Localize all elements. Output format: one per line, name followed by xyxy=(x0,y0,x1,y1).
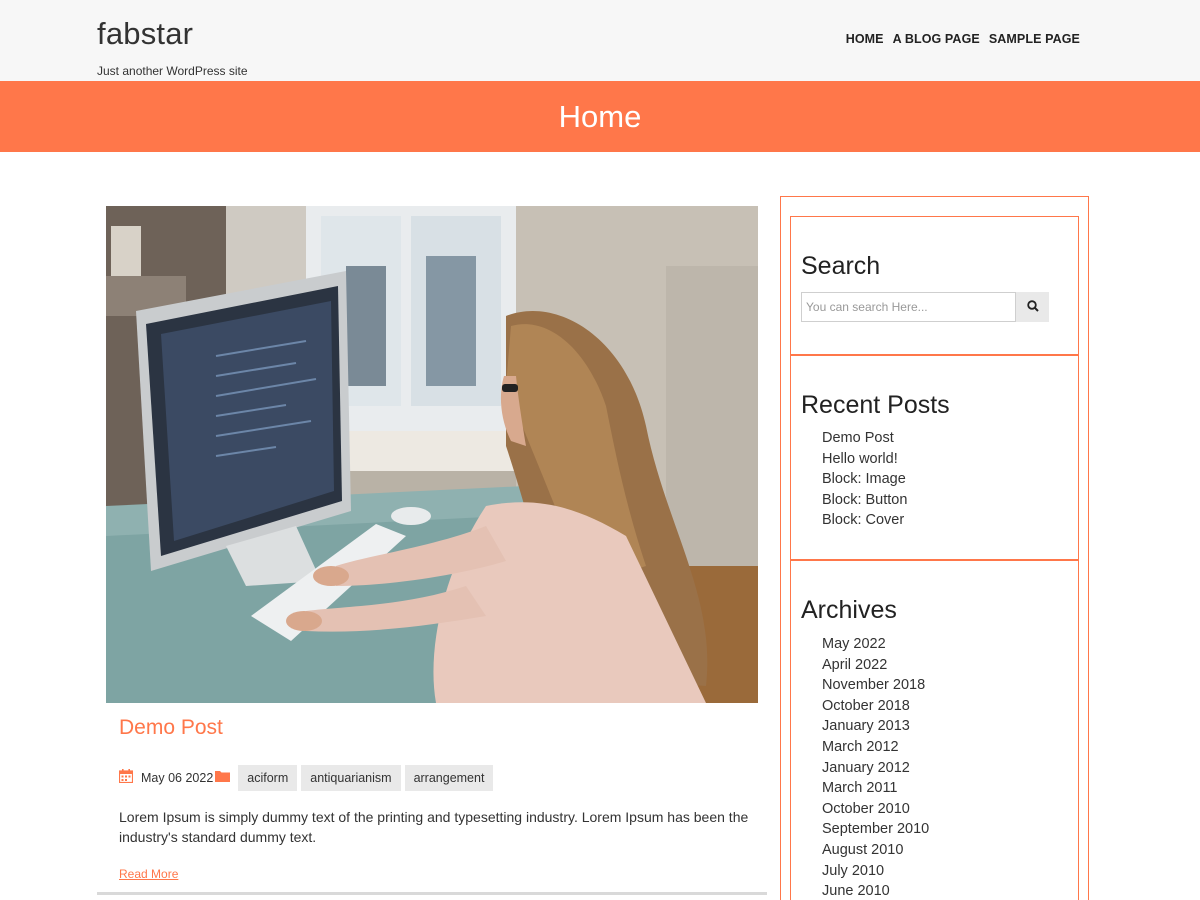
post-tag[interactable]: arrangement xyxy=(404,765,494,791)
sidebar: Search Recent Posts Demo Post Hello worl… xyxy=(780,196,1089,900)
search-widget: Search xyxy=(790,216,1079,355)
recent-post-link[interactable]: Demo Post xyxy=(822,428,907,449)
archive-link[interactable]: October 2018 xyxy=(822,696,929,717)
nav-item-home[interactable]: HOME xyxy=(846,32,884,46)
page-title: Home xyxy=(558,98,642,134)
nav-item-sample-page[interactable]: SAMPLE PAGE xyxy=(989,32,1080,46)
archive-link[interactable]: March 2011 xyxy=(822,778,929,799)
post-excerpt: Lorem Ipsum is simply dummy text of the … xyxy=(119,809,749,845)
post-divider xyxy=(97,892,767,895)
search-icon xyxy=(1026,299,1039,315)
archives-widget: Archives May 2022 April 2022 November 20… xyxy=(790,560,1079,900)
read-more-link[interactable]: Read More xyxy=(119,867,178,881)
page-banner: Home xyxy=(0,81,1200,152)
site-description: Just another WordPress site xyxy=(97,64,248,78)
archive-link[interactable]: January 2013 xyxy=(822,716,929,737)
widget-title-recent-posts: Recent Posts xyxy=(801,391,950,419)
recent-post-link[interactable]: Block: Cover xyxy=(822,510,907,531)
archives-list: May 2022 April 2022 November 2018 Octobe… xyxy=(822,634,929,900)
recent-posts-list: Demo Post Hello world! Block: Image Bloc… xyxy=(822,428,907,531)
archive-link[interactable]: August 2010 xyxy=(822,840,929,861)
widget-title-archives: Archives xyxy=(801,596,897,624)
site-header: fabstar Just another WordPress site HOME… xyxy=(0,0,1200,81)
recent-post-link[interactable]: Hello world! xyxy=(822,449,907,470)
archive-link[interactable]: November 2018 xyxy=(822,675,929,696)
site-title[interactable]: fabstar xyxy=(97,16,193,52)
archive-link[interactable]: April 2022 xyxy=(822,655,929,676)
nav-item-blog-page[interactable]: A BLOG PAGE xyxy=(893,32,980,46)
recent-posts-widget: Recent Posts Demo Post Hello world! Bloc… xyxy=(790,355,1079,560)
post-date: May 06 2022 xyxy=(141,771,214,785)
post-card: Demo Post May 06 2022 aciform antiquaria… xyxy=(97,196,767,896)
archive-link[interactable]: March 2012 xyxy=(822,737,929,758)
archive-link[interactable]: June 2010 xyxy=(822,881,929,900)
post-tag[interactable]: aciform xyxy=(238,765,298,791)
search-form xyxy=(801,292,1049,322)
calendar-icon xyxy=(118,768,134,788)
folder-icon xyxy=(215,769,231,787)
recent-post-link[interactable]: Block: Image xyxy=(822,469,907,490)
post-tag[interactable]: antiquarianism xyxy=(301,765,401,791)
post-featured-image[interactable] xyxy=(106,206,758,703)
widget-title-search: Search xyxy=(801,252,881,280)
archive-link[interactable]: July 2010 xyxy=(822,861,929,882)
post-title[interactable]: Demo Post xyxy=(119,716,223,740)
archive-link[interactable]: October 2010 xyxy=(822,799,929,820)
archive-link[interactable]: May 2022 xyxy=(822,634,929,655)
recent-post-link[interactable]: Block: Button xyxy=(822,490,907,511)
search-input[interactable] xyxy=(801,292,1017,322)
search-button[interactable] xyxy=(1016,292,1049,322)
archive-link[interactable]: January 2012 xyxy=(822,758,929,779)
archive-link[interactable]: September 2010 xyxy=(822,819,929,840)
main-nav: HOME A BLOG PAGE SAMPLE PAGE xyxy=(837,32,1080,46)
post-meta: May 06 2022 aciform antiquarianism arran… xyxy=(118,765,497,791)
